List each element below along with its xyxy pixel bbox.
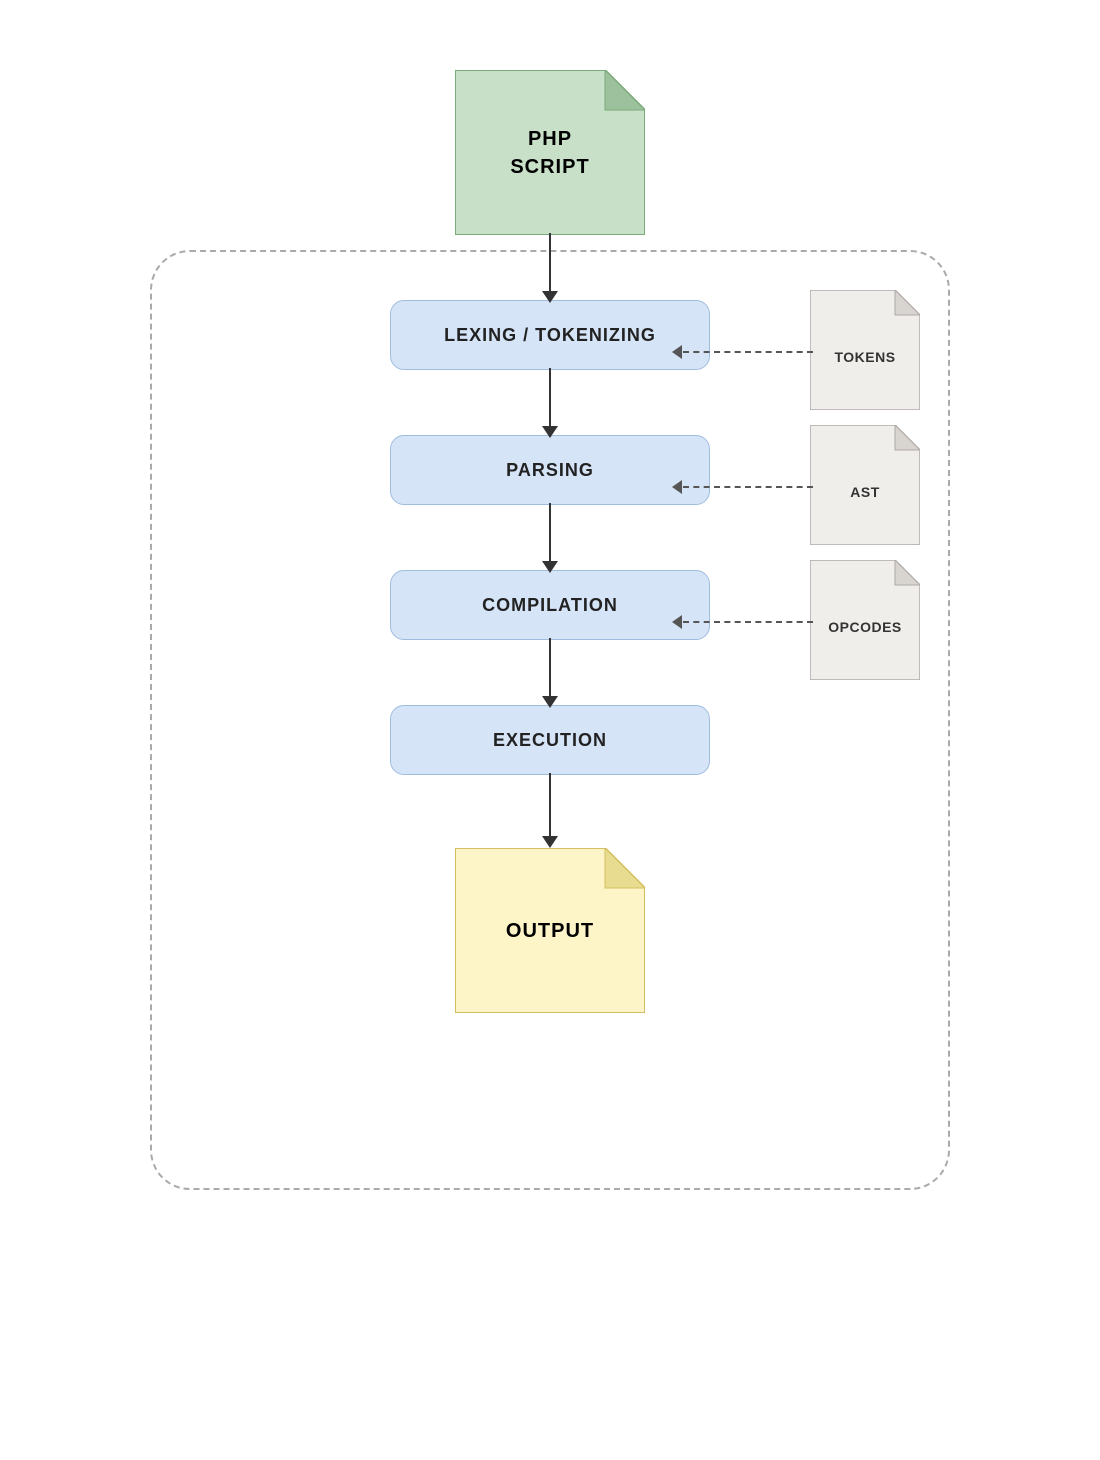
output-label: OUTPUT xyxy=(506,917,594,945)
arrow-lexing-to-parsing xyxy=(549,368,551,428)
dashed-arrow-opcodes xyxy=(672,615,813,629)
opcodes-doc: OPCODES xyxy=(810,560,920,685)
diagram-container: PHP SCRIPT LEXING / TOKENIZING TOKENS xyxy=(120,40,980,1420)
arrow-parsing-to-compilation xyxy=(549,503,551,563)
php-script-node: PHP SCRIPT xyxy=(455,70,645,235)
opcodes-label: OPCODES xyxy=(828,611,902,635)
arrow-php-to-lexing xyxy=(549,233,551,293)
php-script-label: PHP SCRIPT xyxy=(510,125,589,181)
execution-box: EXECUTION xyxy=(390,705,710,775)
arrow-compilation-to-execution xyxy=(549,638,551,698)
tokens-doc: TOKENS xyxy=(810,290,920,415)
compilation-box: COMPILATION xyxy=(390,570,710,640)
dashed-arrow-ast xyxy=(672,480,813,494)
ast-label: AST xyxy=(850,476,880,500)
dashed-arrow-tokens xyxy=(672,345,813,359)
ast-doc: AST xyxy=(810,425,920,550)
parsing-box: PARSING xyxy=(390,435,710,505)
arrow-execution-to-output xyxy=(549,773,551,838)
lexing-box: LEXING / TOKENIZING xyxy=(390,300,710,370)
tokens-label: TOKENS xyxy=(834,341,895,365)
output-node: OUTPUT xyxy=(455,848,645,1013)
